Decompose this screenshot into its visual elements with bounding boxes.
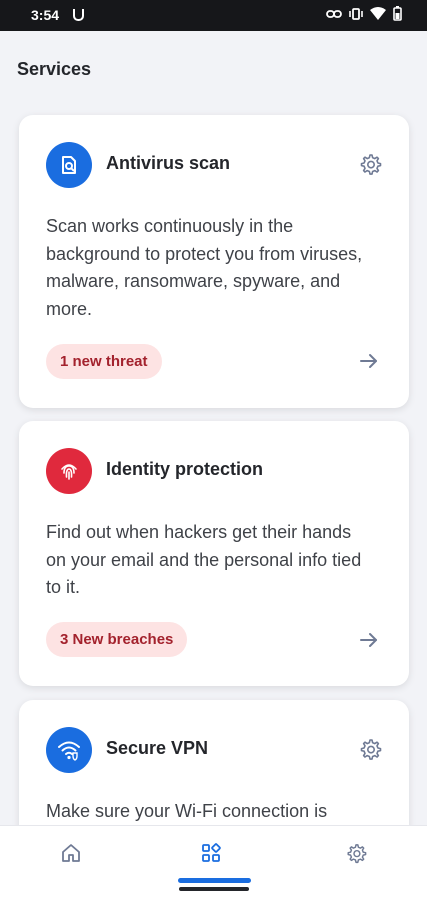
nav-home[interactable] bbox=[49, 843, 93, 887]
secure-vpn-description: Make sure your Wi-Fi connection is bbox=[46, 801, 328, 821]
nav-settings[interactable] bbox=[334, 843, 378, 887]
notification-icon bbox=[73, 9, 84, 21]
battery-icon bbox=[393, 6, 402, 21]
secure-wifi-icon bbox=[46, 727, 92, 773]
identity-protection-title: Identity protection bbox=[106, 459, 263, 479]
bottom-navigation bbox=[0, 826, 427, 900]
identity-protection-card[interactable]: Identity protection Find out when hacker… bbox=[19, 421, 409, 686]
vibrate-icon bbox=[349, 7, 363, 20]
antivirus-scan-icon bbox=[46, 142, 92, 188]
antivirus-scan-title: Antivirus scan bbox=[106, 153, 231, 173]
status-bar: 3:54 bbox=[0, 0, 427, 31]
page-title: Services bbox=[17, 59, 92, 79]
gesture-handle bbox=[179, 887, 249, 891]
identity-arrow-right-icon[interactable] bbox=[359, 630, 379, 650]
services-grid-icon bbox=[202, 843, 221, 862]
antivirus-settings-gear-icon[interactable] bbox=[358, 153, 382, 177]
settings-gear-icon bbox=[347, 844, 367, 864]
antivirus-scan-card[interactable]: Antivirus scan Scan works continuously i… bbox=[19, 115, 409, 408]
status-time: 3:54 bbox=[31, 7, 60, 23]
identity-protection-description: Find out when hackers get their hands on… bbox=[46, 522, 362, 597]
breaches-status-badge[interactable]: 3 New breaches bbox=[46, 622, 188, 657]
secure-vpn-title: Secure VPN bbox=[106, 738, 209, 758]
antivirus-scan-description: Scan works continuously in the backgroun… bbox=[46, 216, 363, 319]
wifi-icon bbox=[370, 7, 386, 20]
antivirus-arrow-right-icon[interactable] bbox=[359, 351, 379, 371]
active-tab-indicator bbox=[178, 878, 251, 883]
link-icon bbox=[326, 9, 342, 18]
secure-vpn-card[interactable]: Secure VPN Make sure your Wi-Fi connecti… bbox=[19, 700, 409, 840]
status-icons bbox=[326, 6, 402, 21]
threat-status-badge[interactable]: 1 new threat bbox=[46, 344, 162, 379]
home-icon bbox=[62, 844, 80, 862]
fingerprint-icon bbox=[46, 448, 92, 494]
vpn-settings-gear-icon[interactable] bbox=[358, 738, 382, 762]
